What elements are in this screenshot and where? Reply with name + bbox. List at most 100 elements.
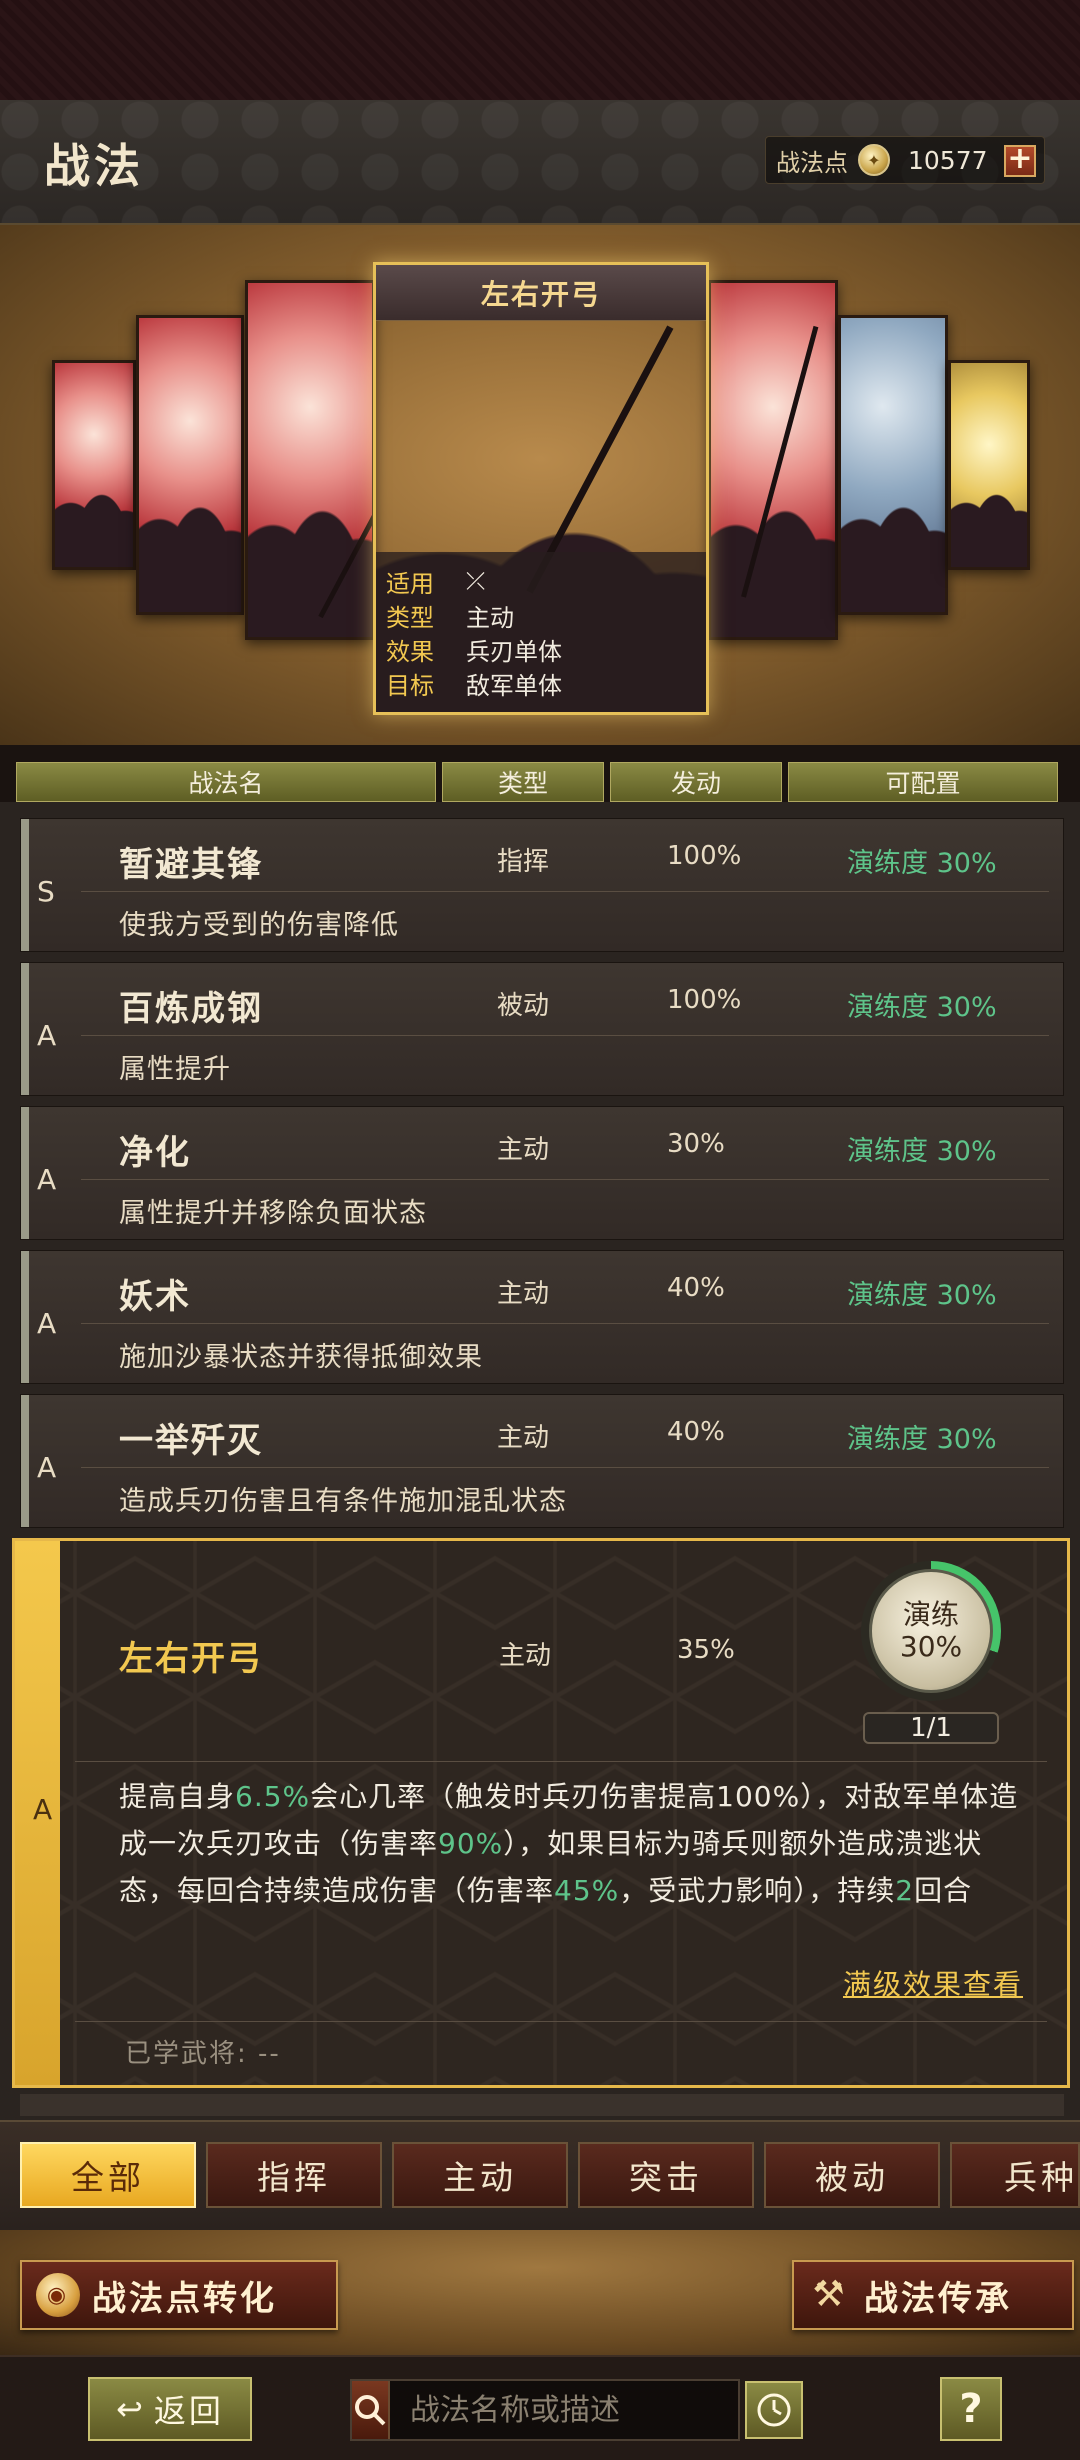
highlight-value: 2: [895, 1874, 915, 1907]
header-name[interactable]: 战法名: [16, 762, 436, 802]
tactic-rate: 100%: [667, 841, 742, 871]
tactic-name: 一举歼灭: [119, 1421, 263, 1461]
back-arrow-icon: ↩: [116, 2390, 146, 2428]
carousel-card-7[interactable]: [948, 360, 1030, 570]
tactic-rate: 100%: [667, 985, 742, 1015]
info-row-applicable: 适用 ⤫: [386, 564, 696, 598]
selected-tactic-detail[interactable]: A 左右开弓 主动 35% 演练 30% 1/1 提高自身6.5%会心几率（触发…: [12, 1538, 1070, 2088]
tactic-points-box: 战法点 ✦ 10577 +: [765, 136, 1045, 184]
tactic-row[interactable]: A 百炼成钢 被动 100% 演练度 30% 属性提升: [20, 962, 1064, 1096]
tactic-row[interactable]: A 一举歼灭 主动 40% 演练度 30% 造成兵刃伤害且有条件施加混乱状态: [20, 1394, 1064, 1528]
info-row-effect: 效果 兵刃单体: [386, 637, 562, 666]
selected-tactic-type: 主动: [499, 1641, 552, 1671]
header-configurable[interactable]: 可配置: [788, 762, 1058, 802]
info-row-type: 类型 主动: [386, 603, 514, 632]
grade-label: A: [37, 1019, 57, 1052]
practice-level: 演练度 30%: [847, 1136, 997, 1167]
desc-text: ，受武力影响），持续: [619, 1874, 896, 1907]
convert-points-button[interactable]: ◉ 战法点转化: [20, 2260, 338, 2330]
tactic-row[interactable]: A 妖术 主动 40% 演练度 30% 施加沙暴状态并获得抵御效果: [20, 1250, 1064, 1384]
tactic-type: 主动: [497, 1135, 550, 1165]
desc-text: 提高自身: [119, 1780, 236, 1813]
search-icon[interactable]: [352, 2381, 390, 2439]
history-button[interactable]: [745, 2381, 803, 2439]
back-button[interactable]: ↩ 返回: [88, 2377, 252, 2441]
tab-passive[interactable]: 被动: [764, 2142, 940, 2208]
search-input[interactable]: [390, 2381, 783, 2439]
header-rate[interactable]: 发动: [610, 762, 782, 802]
table-header: 战法名 类型 发动 可配置: [16, 762, 1064, 802]
tactic-desc: 使我方受到的伤害降低: [119, 910, 399, 941]
action-area: ◉ 战法点转化 ⚒ 战法传承: [0, 2230, 1080, 2355]
tactic-rate: 40%: [667, 1273, 725, 1303]
coin-icon: ◉: [36, 2273, 80, 2317]
tactic-row[interactable]: A 净化 主动 30% 演练度 30% 属性提升并移除负面状态: [20, 1106, 1064, 1240]
filter-tab-bar: 全部 指挥 主动 突击 被动 兵种: [0, 2120, 1080, 2230]
practice-ring-button[interactable]: 演练 30%: [861, 1561, 1001, 1701]
highlight-value: 90%: [438, 1827, 504, 1860]
tactic-name: 净化: [119, 1133, 191, 1173]
tab-troop[interactable]: 兵种: [950, 2142, 1080, 2208]
search-box: [350, 2379, 783, 2441]
points-value: 10577: [908, 145, 988, 175]
help-button[interactable]: ?: [940, 2377, 1002, 2441]
tactic-name: 暂避其锋: [119, 845, 263, 885]
points-label: 战法点: [776, 148, 848, 177]
tactic-desc: 施加沙暴状态并获得抵御效果: [119, 1342, 483, 1373]
crossed-bows-icon: ⤫: [466, 567, 486, 595]
coin-icon: ✦: [858, 144, 890, 176]
featured-card-info: 适用 ⤫ 类型 主动 效果 兵刃单体 目标 敌军单体: [376, 552, 706, 712]
carousel-card-6[interactable]: [838, 315, 948, 615]
page-title: 战法: [44, 139, 144, 193]
tab-all[interactable]: 全部: [20, 2142, 196, 2208]
selected-tactic-rate: 35%: [677, 1635, 735, 1665]
tactic-desc: 造成兵刃伤害且有条件施加混乱状态: [119, 1486, 567, 1517]
tactic-type: 指挥: [497, 847, 550, 877]
highlight-value: 6.5%: [235, 1780, 311, 1813]
tab-assault[interactable]: 突击: [578, 2142, 754, 2208]
practice-level: 演练度 30%: [847, 848, 997, 879]
carousel-card-5[interactable]: [708, 280, 838, 640]
featured-card-title: 左右开弓: [376, 265, 706, 321]
grade-label: A: [37, 1451, 57, 1484]
tab-command[interactable]: 指挥: [206, 2142, 382, 2208]
grade-label: A: [37, 1163, 57, 1196]
tactic-desc: 属性提升: [119, 1054, 231, 1085]
tactic-row[interactable]: S 暂避其锋 指挥 100% 演练度 30% 使我方受到的伤害降低: [20, 818, 1064, 952]
tactic-desc: 属性提升并移除负面状态: [119, 1198, 427, 1229]
practice-ring-value: 30%: [899, 1630, 963, 1663]
grade-label: S: [37, 875, 55, 908]
selected-tactic-desc: 提高自身6.5%会心几率（触发时兵刃伤害提高100%），对敌军单体造成一次兵刃攻…: [119, 1773, 1039, 1914]
grade-label: A: [33, 1793, 53, 1826]
highlight-value: 45%: [554, 1874, 620, 1907]
full-effect-link[interactable]: 满级效果查看: [843, 1963, 1023, 2003]
tactic-type: 被动: [497, 991, 550, 1021]
featured-tactic-card[interactable]: 左右开弓 适用 ⤫ 类型 主动 效果 兵刃单体 目标 敌军单体: [373, 262, 709, 715]
tactic-type: 主动: [497, 1423, 550, 1453]
next-row-peek: [20, 2094, 1064, 2116]
carousel-card-3[interactable]: [245, 280, 375, 640]
practice-level: 演练度 30%: [847, 1424, 997, 1455]
practice-level: 演练度 30%: [847, 992, 997, 1023]
header-type[interactable]: 类型: [442, 762, 604, 802]
carousel-card-1[interactable]: [52, 360, 136, 570]
copy-count: 1/1: [863, 1712, 999, 1744]
inherit-tactic-button[interactable]: ⚒ 战法传承: [792, 2260, 1074, 2330]
tactic-rate: 40%: [667, 1417, 725, 1447]
carousel-card-2[interactable]: [136, 315, 244, 615]
learned-generals: 已学武将: --: [125, 2039, 281, 2069]
selected-tactic-name: 左右开弓: [119, 1639, 263, 1679]
practice-ring-label: 演练: [902, 1598, 959, 1631]
practice-level: 演练度 30%: [847, 1280, 997, 1311]
tab-active[interactable]: 主动: [392, 2142, 568, 2208]
desc-text: 回合: [914, 1874, 973, 1907]
grade-label: A: [37, 1307, 57, 1340]
info-row-target: 目标 敌军单体: [386, 671, 562, 700]
add-points-button[interactable]: +: [1004, 144, 1036, 177]
tactic-name: 百炼成钢: [119, 989, 263, 1029]
hammer-icon: ⚒: [812, 2274, 848, 2315]
tactic-rate: 30%: [667, 1129, 725, 1159]
top-decor-bar: [0, 0, 1080, 100]
footer-bar: ↩ 返回 ?: [0, 2355, 1080, 2460]
tactic-name: 妖术: [119, 1277, 191, 1317]
